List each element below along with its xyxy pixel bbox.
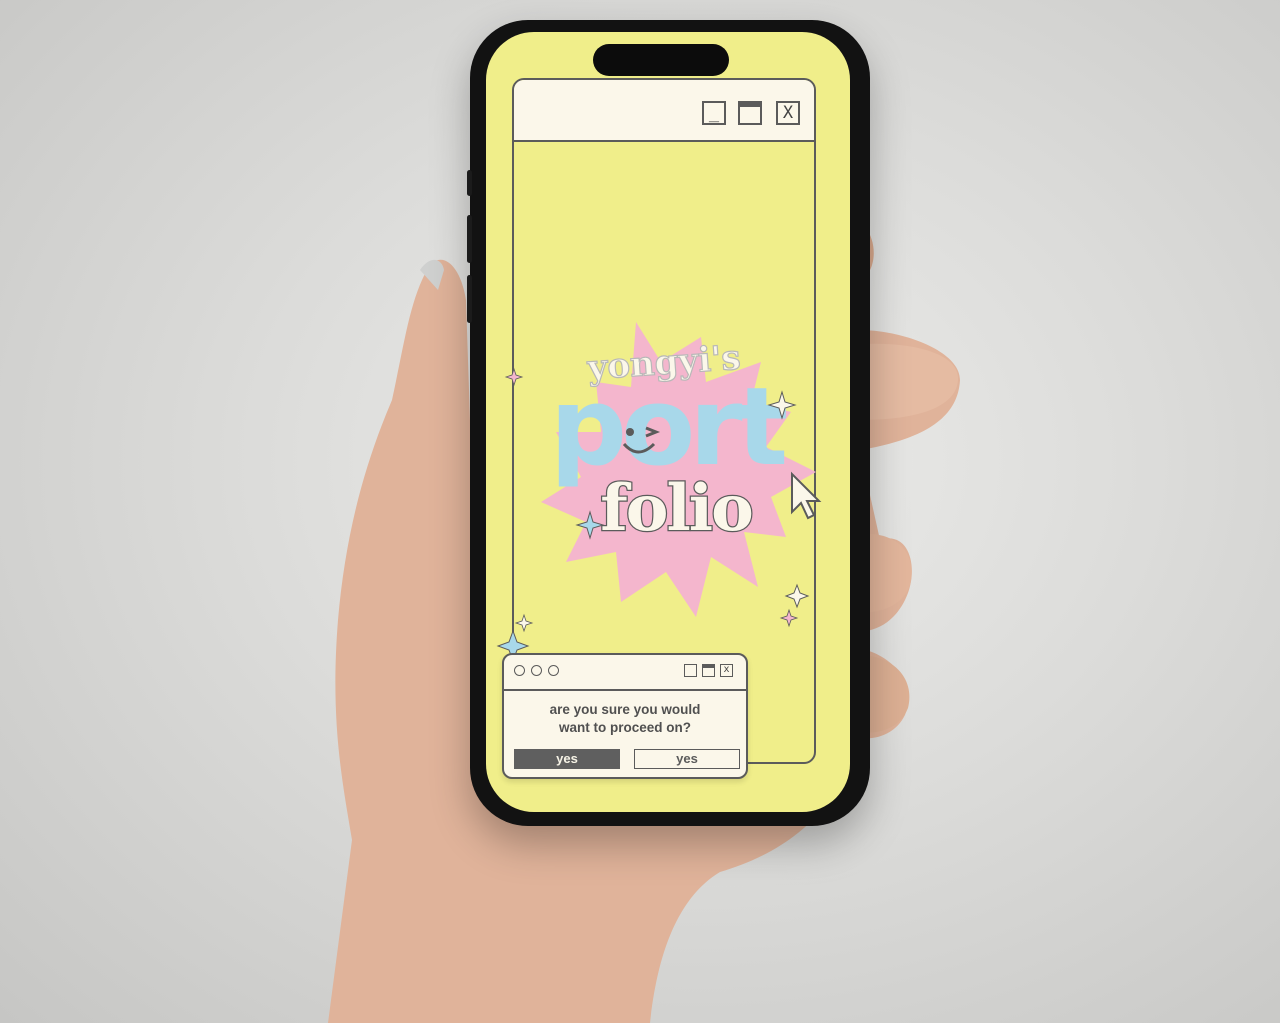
dialog-message: are you sure you would want to proceed o…	[504, 701, 746, 737]
sparkle-icon	[514, 613, 534, 633]
dialog-maximize-icon[interactable]	[702, 664, 715, 677]
confirm-dialog: x are you sure you would want to proceed…	[502, 653, 748, 779]
window-dot-icon	[548, 665, 559, 676]
dialog-message-line-2: want to proceed on?	[558, 720, 691, 735]
phone-volume-up-button	[467, 215, 472, 263]
dialog-titlebar: x	[504, 655, 746, 691]
yes-button-secondary[interactable]: yes	[634, 749, 740, 769]
portfolio-subline: folio	[600, 471, 752, 546]
window-dot-icon	[514, 665, 525, 676]
yes-button-primary[interactable]: yes	[514, 749, 620, 769]
sparkle-icon	[784, 583, 810, 609]
dynamic-island	[593, 44, 729, 76]
sparkle-icon	[504, 367, 524, 387]
dialog-message-line-1: are you sure you would	[549, 702, 701, 717]
phone-screen: _ X yongyi's port folio x are you sure y…	[486, 32, 850, 812]
dialog-close-icon[interactable]: x	[720, 664, 733, 677]
dialog-minimize-icon[interactable]	[684, 664, 697, 677]
sparkle-icon	[779, 608, 799, 628]
window-dot-icon	[531, 665, 542, 676]
phone-action-button	[467, 170, 472, 196]
phone-volume-down-button	[467, 275, 472, 323]
mouse-cursor-icon	[791, 471, 822, 520]
